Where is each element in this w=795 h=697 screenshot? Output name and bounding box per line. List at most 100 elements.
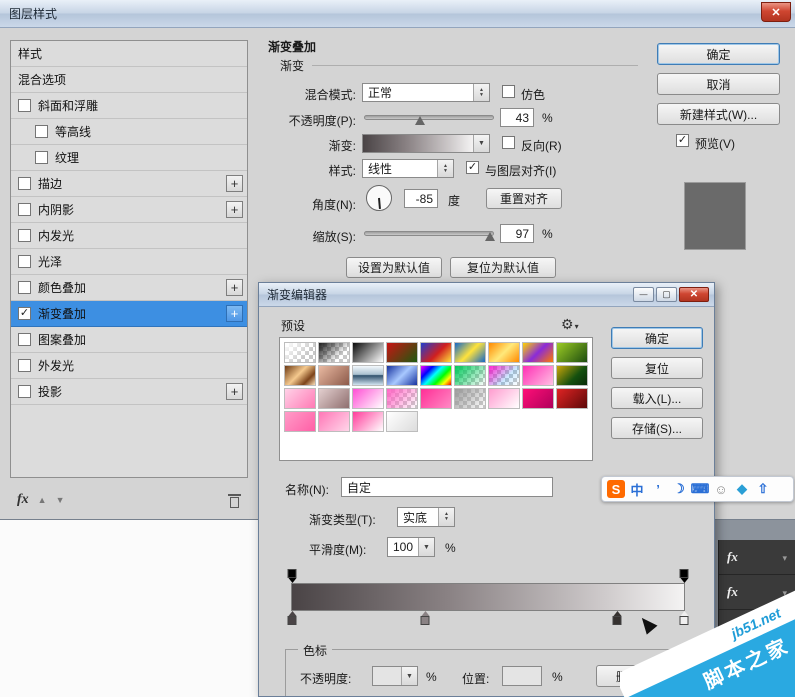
sidebar-item-drop-shadow[interactable]: 投影: [11, 379, 247, 405]
cancel-button[interactable]: 取消: [657, 73, 780, 95]
reverse-checkbox[interactable]: [502, 136, 515, 149]
make-default-button[interactable]: 设置为默认值: [346, 257, 442, 278]
gradient-preset-white-to-transparent[interactable]: [284, 342, 316, 363]
gradient-type-select[interactable]: 实底: [397, 507, 455, 527]
gradient-preset-white-gray[interactable]: [386, 411, 418, 432]
gradient-preset-hot-pink[interactable]: [420, 388, 452, 409]
load-button[interactable]: 载入(L)...: [611, 387, 703, 409]
sogou-logo-icon[interactable]: S: [607, 480, 625, 498]
color-stop-1[interactable]: [421, 611, 430, 625]
add-effect-button[interactable]: [226, 279, 243, 296]
reset-align-button[interactable]: 重置对齐: [486, 188, 562, 209]
gradient-preset-spectrum[interactable]: [420, 365, 452, 386]
add-effect-button[interactable]: [226, 175, 243, 192]
checkbox-gradient-overlay[interactable]: [18, 307, 31, 320]
angle-dial[interactable]: [366, 185, 392, 211]
style-select[interactable]: 线性: [362, 159, 454, 178]
gradient-preset-blue-steel[interactable]: [386, 365, 418, 386]
maximize-icon[interactable]: [656, 287, 677, 302]
sidebar-item-bevel-emboss[interactable]: 斜面和浮雕: [11, 93, 247, 119]
checkbox-inner-shadow[interactable]: [18, 203, 31, 216]
checkbox-pattern-overlay[interactable]: [18, 333, 31, 346]
gradient-preset-rose[interactable]: [284, 411, 316, 432]
editor-reset-button[interactable]: 复位: [611, 357, 703, 379]
gradient-preset-pink-fade-white[interactable]: [352, 411, 384, 432]
slider-thumb[interactable]: [485, 232, 495, 241]
gradient-preset-gray-transparent[interactable]: [454, 388, 486, 409]
opacity-stop-0[interactable]: [288, 569, 297, 583]
sidebar-item-blending-options[interactable]: 混合选项: [11, 67, 247, 93]
gradient-preset-red-to-green[interactable]: [386, 342, 418, 363]
gradient-preset-pink-transparent[interactable]: [386, 388, 418, 409]
gradient-preset-rose-bronze[interactable]: [318, 365, 350, 386]
checkbox-inner-glow[interactable]: [18, 229, 31, 242]
skin-icon[interactable]: ◆: [733, 480, 751, 498]
gradient-preset-forest-gold[interactable]: [556, 365, 588, 386]
move-effect-down-button[interactable]: [56, 495, 65, 505]
sidebar-item-stroke[interactable]: 描边: [11, 171, 247, 197]
chinese-mode-icon[interactable]: 中: [628, 480, 646, 498]
dialog-titlebar[interactable]: 图层样式: [0, 0, 795, 28]
gradient-preset-green-cyan-transparent[interactable]: [454, 365, 486, 386]
gradient-preset-copper[interactable]: [284, 365, 316, 386]
sidebar-item-texture[interactable]: 纹理: [11, 145, 247, 171]
soft-keyboard-icon[interactable]: ⌨: [691, 480, 709, 498]
layer-effects-row-0[interactable]: fx: [719, 540, 795, 575]
gradient-preset-black-to-transparent[interactable]: [318, 342, 350, 363]
gradient-preset-mauve[interactable]: [318, 388, 350, 409]
sidebar-item-inner-glow[interactable]: 内发光: [11, 223, 247, 249]
new-style-button[interactable]: 新建样式(W)...: [657, 103, 780, 125]
gradient-preset-black-to-white[interactable]: [352, 342, 384, 363]
checkbox-drop-shadow[interactable]: [18, 385, 31, 398]
color-stop-0[interactable]: [288, 611, 297, 625]
gradient-preset-magenta-pink[interactable]: [522, 365, 554, 386]
sidebar-item-color-overlay[interactable]: 颜色叠加: [11, 275, 247, 301]
slider-thumb[interactable]: [415, 116, 425, 125]
add-effect-button[interactable]: [226, 201, 243, 218]
scale-slider[interactable]: [364, 224, 494, 242]
sidebar-item-styles[interactable]: 样式: [11, 41, 247, 67]
toolbox-icon[interactable]: ⇧: [754, 480, 772, 498]
align-layer-checkbox[interactable]: [466, 161, 479, 174]
gradient-preset-pink-light[interactable]: [318, 411, 350, 432]
preset-menu-button[interactable]: [561, 316, 579, 333]
checkbox-texture[interactable]: [35, 151, 48, 164]
preview-checkbox[interactable]: [676, 134, 689, 147]
ok-button[interactable]: 确定: [657, 43, 780, 65]
opacity-slider[interactable]: [364, 108, 494, 126]
dither-checkbox[interactable]: [502, 85, 515, 98]
gradient-preset-green-dark[interactable]: [556, 342, 588, 363]
gradient-preset-blue-red-yellow[interactable]: [420, 342, 452, 363]
close-icon[interactable]: [679, 287, 709, 302]
gradient-preset-magenta-white[interactable]: [352, 388, 384, 409]
scale-input[interactable]: 97: [500, 224, 534, 243]
checkbox-bevel-emboss[interactable]: [18, 99, 31, 112]
sidebar-item-outer-glow[interactable]: 外发光: [11, 353, 247, 379]
checkbox-stroke[interactable]: [18, 177, 31, 190]
add-effect-button[interactable]: [226, 305, 243, 322]
delete-effect-button[interactable]: [228, 493, 241, 508]
add-effect-button[interactable]: [226, 383, 243, 400]
gradient-preset-orange-yellow-orange[interactable]: [488, 342, 520, 363]
checkbox-contour[interactable]: [35, 125, 48, 138]
editor-titlebar[interactable]: 渐变编辑器: [259, 283, 714, 307]
editor-ok-button[interactable]: 确定: [611, 327, 703, 349]
sidebar-item-inner-shadow[interactable]: 内阴影: [11, 197, 247, 223]
close-icon[interactable]: [761, 2, 791, 22]
gradient-preset-yellow-violet-orange[interactable]: [522, 342, 554, 363]
opacity-input[interactable]: 43: [500, 108, 534, 127]
ime-toolbar[interactable]: S中’☽⌨☺◆⇧: [601, 476, 794, 502]
reset-default-button[interactable]: 复位为默认值: [450, 257, 556, 278]
save-button[interactable]: 存储(S)...: [611, 417, 703, 439]
emoticon-icon[interactable]: ☺: [712, 480, 730, 498]
sidebar-item-contour[interactable]: 等高线: [11, 119, 247, 145]
fullwidth-moon-icon[interactable]: ☽: [670, 480, 688, 498]
gradient-picker[interactable]: [362, 134, 490, 153]
move-effect-up-button[interactable]: [38, 495, 47, 505]
gradient-preset-pink-pastel[interactable]: [284, 388, 316, 409]
checkbox-color-overlay[interactable]: [18, 281, 31, 294]
gradient-preset-pink-white[interactable]: [488, 388, 520, 409]
checkbox-outer-glow[interactable]: [18, 359, 31, 372]
gradient-preset-red-maroon[interactable]: [556, 388, 588, 409]
sidebar-item-gradient-overlay[interactable]: 渐变叠加: [11, 301, 247, 327]
